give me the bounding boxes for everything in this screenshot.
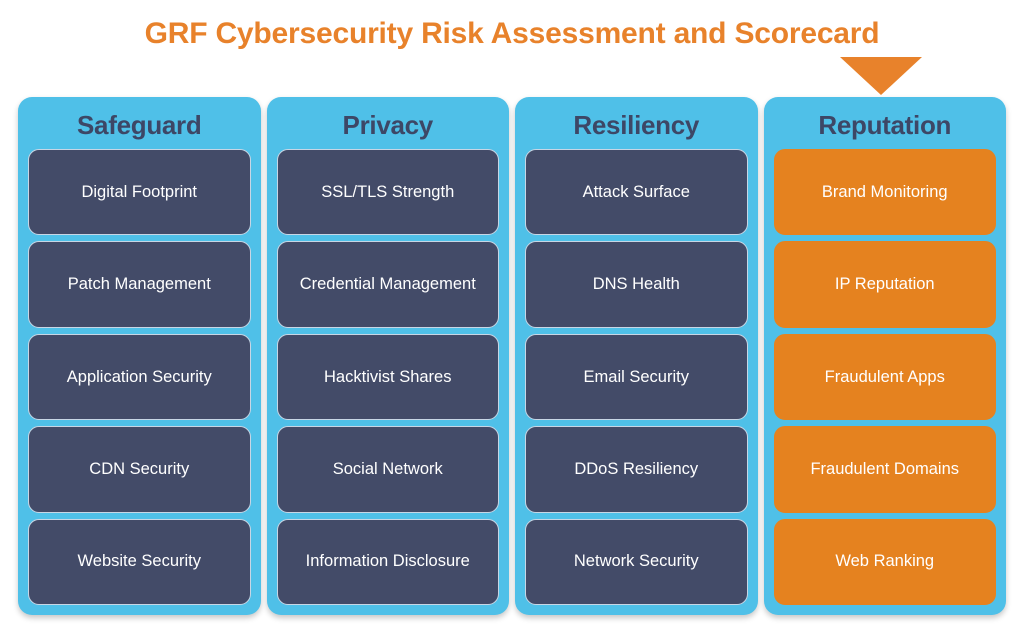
metric-card[interactable]: CDN Security xyxy=(28,426,251,513)
metric-card[interactable]: Credential Management xyxy=(276,241,499,328)
metric-card[interactable]: SSL/TLS Strength xyxy=(276,149,499,236)
category-header: Reputation xyxy=(818,110,952,140)
metric-card[interactable]: Fraudulent Apps xyxy=(773,333,996,421)
metric-card[interactable]: Application Security xyxy=(28,333,251,421)
metric-card[interactable]: Fraudulent Domains xyxy=(773,426,996,513)
metric-card[interactable]: Social Network xyxy=(276,426,499,513)
metric-card[interactable]: Attack Surface xyxy=(525,149,748,236)
category-column-privacy[interactable]: Privacy SSL/TLS Strength Credential Manage… xyxy=(266,97,509,615)
scorecard-page: GRF Cybersecurity Risk Assessment and Sc… xyxy=(0,0,1024,636)
metric-card[interactable]: Web Ranking xyxy=(773,518,996,606)
metric-card[interactable]: IP Reputation xyxy=(773,241,996,328)
metric-card[interactable]: Hacktivist Shares xyxy=(276,333,499,421)
categories-board: Safeguard Digital Footprint Patch Manageme… xyxy=(18,97,1006,615)
metric-card[interactable]: Network Security xyxy=(525,518,748,606)
metric-card[interactable]: Brand Monitoring xyxy=(773,149,996,236)
metric-card[interactable]: Information Disclosure xyxy=(276,518,499,606)
metric-card[interactable]: DNS Health xyxy=(525,241,748,328)
page-title: GRF Cybersecurity Risk Assessment and Sc… xyxy=(0,14,1024,54)
triangle-down-icon xyxy=(840,57,922,95)
category-card-list: SSL/TLS Strength Credential Management Hac… xyxy=(276,149,499,606)
metric-card[interactable]: DDoS Resiliency xyxy=(525,426,748,513)
category-column-safeguard[interactable]: Safeguard Digital Footprint Patch Manageme… xyxy=(18,97,261,615)
category-column-resiliency[interactable]: Resiliency Attack Surface DNS Health Email … xyxy=(515,97,758,615)
category-header: Resiliency xyxy=(573,110,700,140)
page-title-text: GRF Cybersecurity Risk Assessment and Sc… xyxy=(144,17,880,50)
metric-card[interactable]: Website Security xyxy=(28,518,251,606)
category-header: Privacy xyxy=(342,110,434,140)
metric-card[interactable]: Digital Footprint xyxy=(28,149,251,236)
category-card-list: Brand Monitoring IP Reputation Fraudulent … xyxy=(773,149,996,606)
category-header: Safeguard xyxy=(77,110,202,140)
category-card-list: Digital Footprint Patch Management Applica… xyxy=(28,149,251,606)
metric-card[interactable]: Email Security xyxy=(525,333,748,421)
category-card-list: Attack Surface DNS Health Email Security DD… xyxy=(525,149,748,606)
metric-card[interactable]: Patch Management xyxy=(28,241,251,328)
category-column-reputation[interactable]: Reputation Brand Monitoring IP Reputation F… xyxy=(763,97,1006,615)
